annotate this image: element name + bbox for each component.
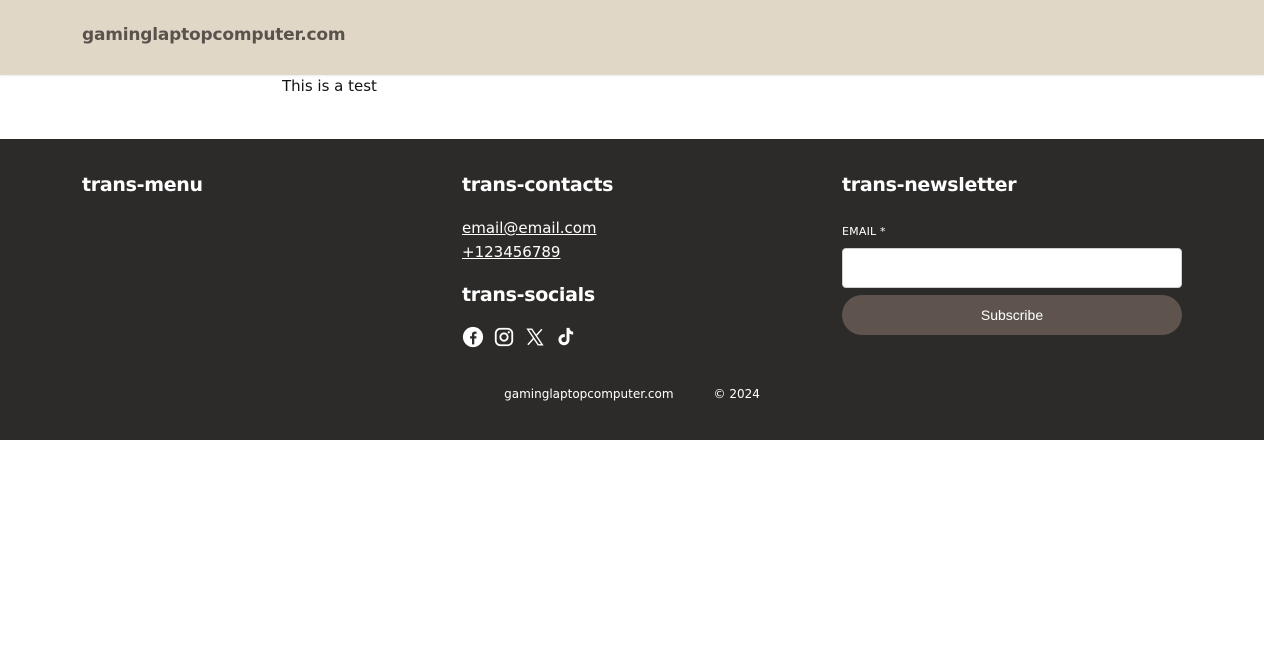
email-field-label: EMAIL *	[842, 225, 886, 238]
footer-site-link[interactable]: gaminglaptopcomputer.com	[504, 387, 673, 401]
instagram-icon[interactable]	[493, 326, 515, 348]
subscribe-button[interactable]: Subscribe	[842, 295, 1182, 335]
socials-heading: trans-socials	[462, 284, 595, 306]
menu-heading: trans-menu	[82, 174, 203, 196]
social-links	[462, 326, 577, 348]
site-title-link[interactable]: gaminglaptopcomputer.com	[82, 25, 346, 45]
x-icon[interactable]	[524, 326, 546, 348]
newsletter-email-input[interactable]	[842, 248, 1182, 288]
page-body-text: This is a test	[282, 77, 377, 95]
contact-phone-link[interactable]: +123456789	[462, 243, 560, 261]
newsletter-heading: trans-newsletter	[842, 174, 1017, 196]
copyright-text: © 2024	[713, 387, 760, 401]
site-footer: trans-menu trans-contacts email@email.co…	[0, 139, 1264, 440]
contacts-heading: trans-contacts	[462, 174, 614, 196]
footer-bottom-bar: gaminglaptopcomputer.com © 2024	[0, 387, 1264, 401]
site-header: gaminglaptopcomputer.com	[0, 0, 1264, 75]
facebook-icon[interactable]	[462, 326, 484, 348]
contact-email-link[interactable]: email@email.com	[462, 219, 597, 237]
tiktok-icon[interactable]	[555, 326, 577, 348]
